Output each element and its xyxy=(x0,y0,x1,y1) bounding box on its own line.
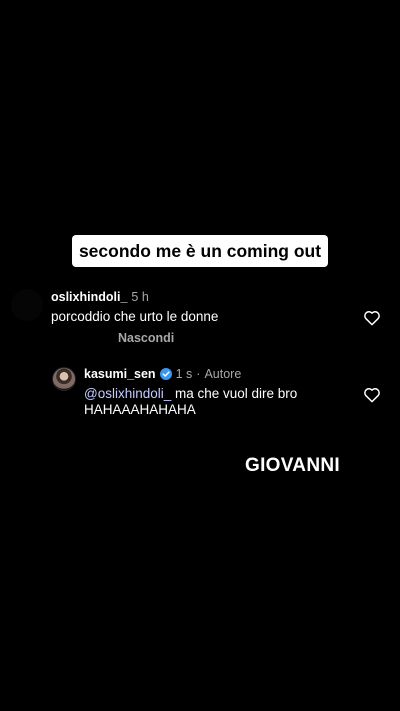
story-caption: secondo me è un coming out xyxy=(72,235,328,267)
hide-button[interactable]: Nascondi xyxy=(118,331,174,345)
avatar[interactable] xyxy=(52,367,76,391)
comment-username[interactable]: oslixhindoli_ xyxy=(51,290,127,304)
verified-badge-icon xyxy=(159,368,172,380)
reply-timestamp: 1 s xyxy=(175,367,193,381)
avatar[interactable] xyxy=(11,289,43,321)
heart-outline-icon[interactable] xyxy=(363,309,381,326)
reply-text-line2: HAHAAAHAHAHA xyxy=(84,402,196,417)
name-text-sticker: GIOVANNI xyxy=(245,455,340,476)
comment-meta: oslixhindoli_ 5 h xyxy=(51,290,149,304)
mention-link[interactable]: @oslixhindoli_ xyxy=(84,386,171,401)
reply-meta: kasumi_sen 1 s · Autore xyxy=(84,367,241,381)
reply-text-line1: ma che vuol dire bro xyxy=(171,386,298,401)
meta-separator: · xyxy=(196,367,201,381)
reply-username[interactable]: kasumi_sen xyxy=(84,367,156,381)
author-label: Autore xyxy=(204,367,242,381)
reply-text: @oslixhindoli_ ma che vuol dire bro xyxy=(84,386,297,402)
comment-text: porcoddio che urto le donne xyxy=(51,309,219,324)
heart-outline-icon[interactable] xyxy=(363,386,381,403)
comment-timestamp: 5 h xyxy=(131,290,149,304)
